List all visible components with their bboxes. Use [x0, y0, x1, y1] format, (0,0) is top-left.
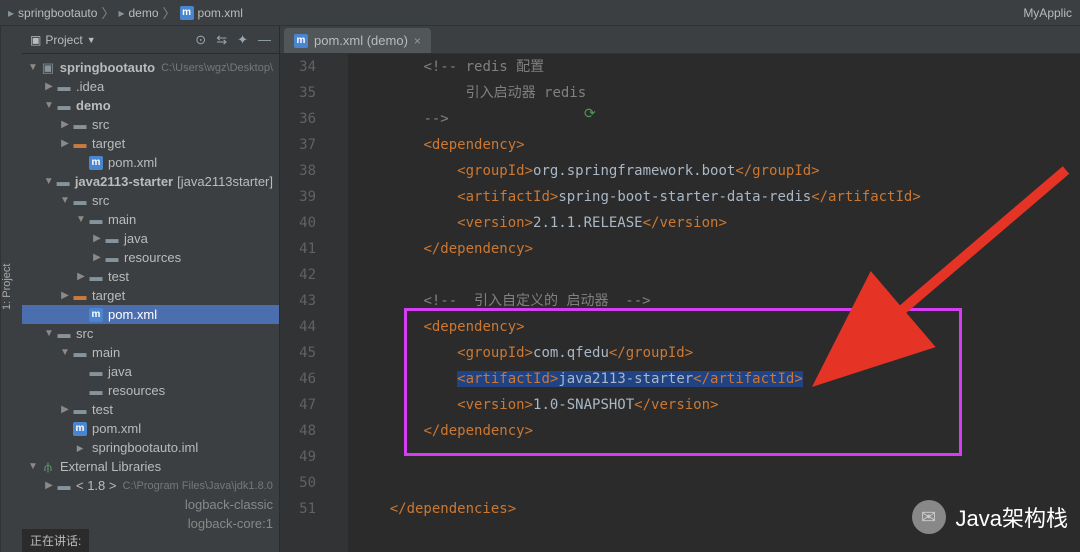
tree-starter-java[interactable]: ▶▬ java: [22, 229, 279, 248]
tree-idea[interactable]: ▶▬ .idea: [22, 77, 279, 96]
dropdown-icon: ▼: [87, 35, 96, 45]
maven-icon: m: [294, 34, 308, 48]
tree-root-main[interactable]: ▼▬ main: [22, 343, 279, 362]
tree-root[interactable]: ▼▣ springbootauto C:\Users\wgz\Desktop\: [22, 58, 279, 77]
editor-tabs: m pom.xml (demo) ×: [280, 26, 1080, 54]
tree-root-resources[interactable]: ▬ resources: [22, 381, 279, 400]
breadcrumb-bar: ▸ springbootauto 〉 ▸ demo 〉 m pom.xml My…: [0, 0, 1080, 26]
tab-pom-demo[interactable]: m pom.xml (demo) ×: [284, 28, 431, 53]
tree-external[interactable]: ▼⫛ External Libraries: [22, 457, 279, 476]
status-speaking: 正在讲话:: [22, 529, 89, 552]
chevron-right-icon: 〉: [101, 3, 114, 22]
tree-starter-test[interactable]: ▶▬ test: [22, 267, 279, 286]
gear-icon[interactable]: ✦: [237, 32, 248, 48]
panel-title[interactable]: ▣ Project ▼: [30, 33, 96, 47]
maven-icon: m: [89, 156, 103, 170]
chevron-right-icon: 〉: [163, 3, 176, 22]
tree-demo-pom[interactable]: m pom.xml: [22, 153, 279, 172]
breadcrumb-item-module[interactable]: ▸ demo: [118, 6, 158, 20]
watermark: ✉ Java架构栈: [912, 500, 1068, 534]
tree-starter[interactable]: ▼▬ java2113-starter [java2113starter]: [22, 172, 279, 191]
hide-icon[interactable]: —: [258, 32, 271, 48]
wechat-icon: ✉: [912, 500, 946, 534]
project-icon: ▣: [30, 33, 41, 47]
maven-icon: m: [180, 6, 194, 20]
tree-root-java[interactable]: ▬ java: [22, 362, 279, 381]
tree-demo[interactable]: ▼▬ demo: [22, 96, 279, 115]
maven-icon: m: [89, 308, 103, 322]
tree-lib1[interactable]: logback-classic: [22, 495, 279, 514]
tree-iml[interactable]: ▸ springbootauto.iml: [22, 438, 279, 457]
folder-icon: ▸: [118, 6, 124, 20]
breadcrumb-item-root[interactable]: ▸ springbootauto: [8, 6, 97, 20]
tree-starter-main[interactable]: ▼▬ main: [22, 210, 279, 229]
tree-root-test[interactable]: ▶▬ test: [22, 400, 279, 419]
tree-demo-src[interactable]: ▶▬ src: [22, 115, 279, 134]
close-icon[interactable]: ×: [414, 34, 421, 48]
project-tree[interactable]: ▼▣ springbootauto C:\Users\wgz\Desktop\ …: [22, 54, 279, 552]
tree-jdk[interactable]: ▶▬ < 1.8 > C:\Program Files\Java\jdk1.8.…: [22, 476, 279, 495]
tree-starter-src[interactable]: ▼▬ src: [22, 191, 279, 210]
code-editor[interactable]: 343536373839404142434445464748495051 <!-…: [280, 54, 1080, 552]
project-tool-window: ▣ Project ▼ ⊙ ⇆ ✦ — ▼▣ springbootauto C:…: [22, 26, 280, 552]
tree-starter-resources[interactable]: ▶▬ resources: [22, 248, 279, 267]
breadcrumb-item-file[interactable]: m pom.xml: [180, 6, 243, 20]
tree-starter-pom[interactable]: m pom.xml: [22, 305, 279, 324]
tree-root-src[interactable]: ▼▬ src: [22, 324, 279, 343]
reload-icon[interactable]: ⟳: [584, 105, 596, 122]
tree-starter-target[interactable]: ▶▬ target: [22, 286, 279, 305]
tree-root-pom[interactable]: m pom.xml: [22, 419, 279, 438]
maven-icon: m: [73, 422, 87, 436]
folder-icon: ▸: [8, 6, 14, 20]
run-config-selector[interactable]: MyApplic: [1023, 6, 1072, 20]
collapse-icon[interactable]: ⇆: [216, 32, 227, 48]
side-tab-project[interactable]: 1: Project: [0, 26, 22, 552]
locate-icon[interactable]: ⊙: [195, 32, 206, 48]
tree-demo-target[interactable]: ▶▬ target: [22, 134, 279, 153]
